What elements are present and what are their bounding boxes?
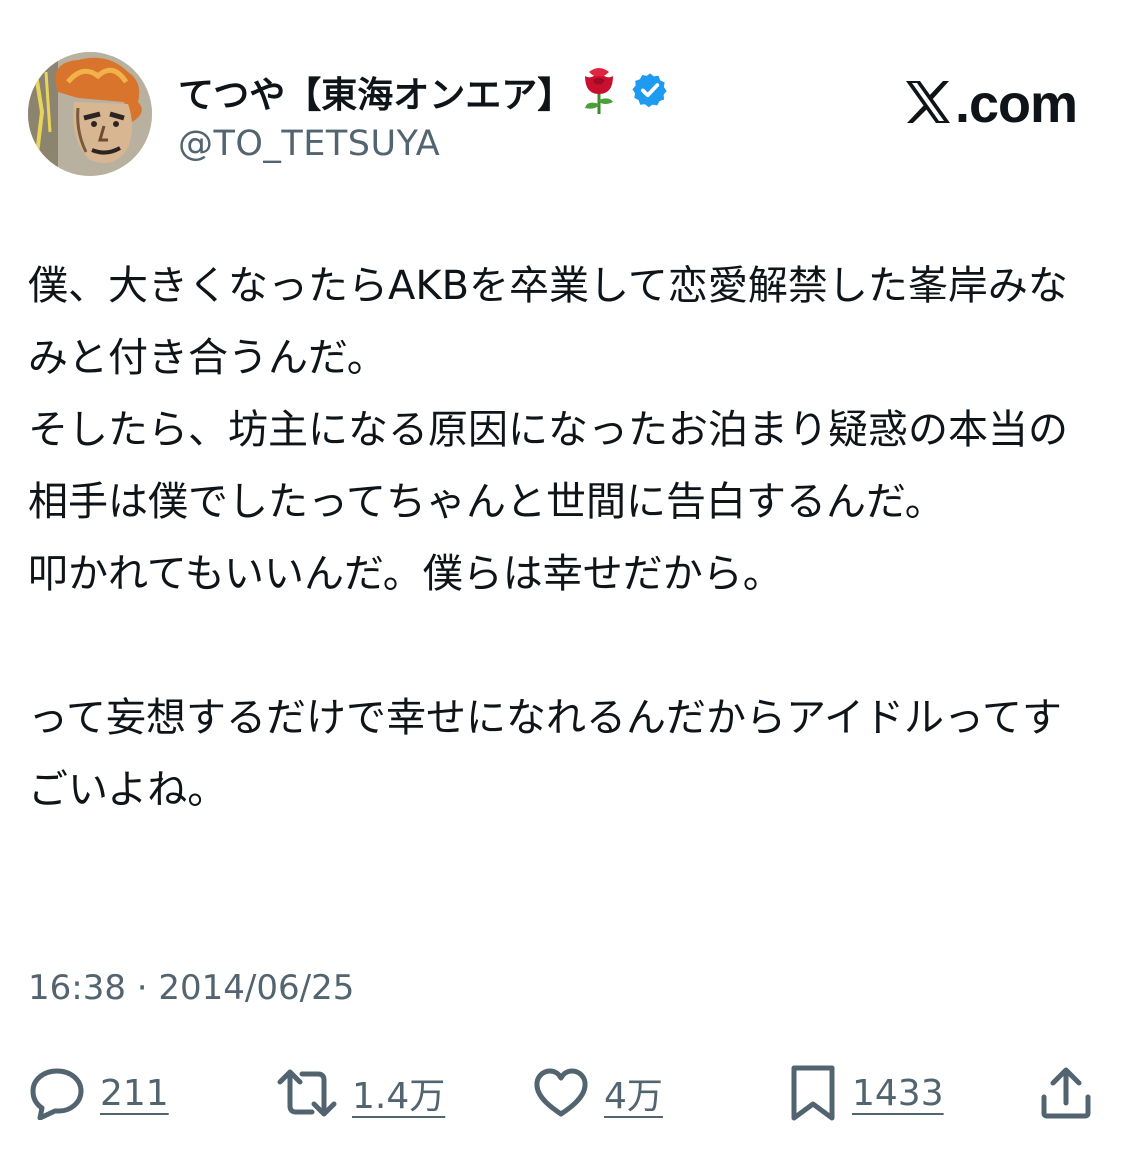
retweet-icon bbox=[276, 1066, 338, 1120]
reply-icon bbox=[28, 1066, 86, 1120]
x-logo-icon bbox=[903, 79, 953, 129]
author-block: てつや【東海オンエア】 @TO_TETSUYA bbox=[178, 66, 669, 164]
bookmark-count[interactable]: 1433 bbox=[852, 1073, 944, 1114]
verified-badge-icon[interactable] bbox=[631, 71, 669, 113]
brand-domain-text: .com bbox=[954, 74, 1078, 134]
display-name[interactable]: てつや【東海オンエア】 bbox=[178, 66, 573, 118]
like-button[interactable]: 4万 bbox=[532, 1058, 663, 1128]
tweet-action-bar: 211 1.4万 4万 1433 bbox=[28, 1058, 1097, 1128]
brand-logo: .com bbox=[903, 72, 1078, 136]
bookmark-icon bbox=[788, 1064, 838, 1122]
tweet-timestamp[interactable]: 16:38 · 2014/06/25 bbox=[28, 968, 354, 1008]
retweet-count[interactable]: 1.4万 bbox=[352, 1067, 445, 1119]
rose-icon bbox=[577, 64, 621, 120]
avatar-illustration bbox=[28, 52, 152, 176]
reply-button[interactable]: 211 bbox=[28, 1058, 169, 1128]
display-name-row: てつや【東海オンエア】 bbox=[178, 66, 669, 118]
user-handle[interactable]: @TO_TETSUYA bbox=[178, 124, 669, 164]
share-icon bbox=[1038, 1065, 1094, 1121]
like-count[interactable]: 4万 bbox=[604, 1067, 663, 1119]
tweet-header: てつや【東海オンエア】 @TO_TETSUYA .com bbox=[28, 52, 1078, 182]
tweet-text: 僕、大きくなったらAKBを卒業して恋愛解禁した峯岸みなみと付き合うんだ。 そした… bbox=[28, 263, 1068, 813]
avatar[interactable] bbox=[28, 52, 152, 176]
retweet-button[interactable]: 1.4万 bbox=[276, 1058, 445, 1128]
reply-count[interactable]: 211 bbox=[100, 1073, 169, 1114]
share-button[interactable] bbox=[1038, 1058, 1094, 1128]
heart-icon bbox=[532, 1066, 590, 1120]
bookmark-button[interactable]: 1433 bbox=[788, 1058, 944, 1128]
